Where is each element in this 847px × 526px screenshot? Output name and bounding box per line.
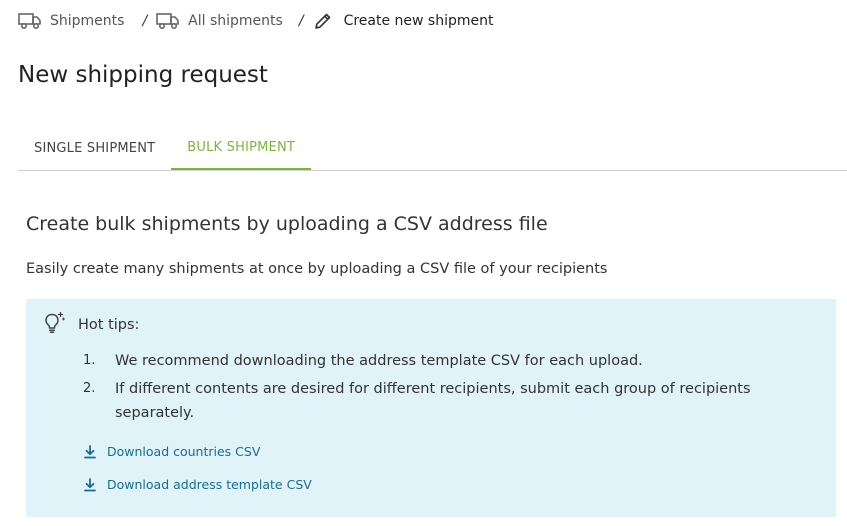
list-item-text: We recommend downloading the address tem… [115, 353, 643, 369]
breadcrumb: Shipments / All shipments / Create new s… [18, 10, 493, 32]
download-icon [83, 477, 97, 492]
hot-tips-panel: Hot tips: 1. We recommend downloading th… [26, 299, 836, 517]
lightbulb-icon [42, 311, 66, 339]
hot-tips-list: 1. We recommend downloading the address … [26, 349, 806, 429]
breadcrumb-create-new-shipment: Create new shipment [313, 11, 494, 31]
tab-bar: SINGLE SHIPMENT BULK SHIPMENT [18, 126, 847, 171]
pencil-icon [313, 11, 333, 31]
hot-tips-title: Hot tips: [78, 317, 140, 333]
list-item: 1. We recommend downloading the address … [26, 349, 806, 373]
download-address-template-csv-link[interactable]: Download address template CSV [83, 477, 312, 492]
list-item-number: 2. [83, 381, 96, 396]
section-heading: Create bulk shipments by uploading a CSV… [26, 213, 548, 235]
breadcrumb-separator: / [298, 13, 304, 29]
download-link-label: Download address template CSV [107, 477, 312, 492]
breadcrumb-separator: / [142, 13, 148, 29]
breadcrumb-shipments[interactable]: Shipments [18, 12, 124, 30]
truck-icon [18, 12, 42, 30]
breadcrumb-label: Create new shipment [343, 13, 494, 29]
breadcrumb-label: All shipments [188, 13, 283, 29]
tab-bulk-shipment[interactable]: BULK SHIPMENT [171, 126, 312, 170]
tab-single-shipment[interactable]: SINGLE SHIPMENT [18, 126, 171, 170]
page-title: New shipping request [18, 62, 268, 88]
truck-icon [156, 12, 180, 30]
download-countries-csv-link[interactable]: Download countries CSV [83, 444, 260, 459]
download-link-label: Download countries CSV [107, 444, 261, 459]
list-item-text: If different contents are desired for di… [115, 381, 751, 421]
hot-tips-header: Hot tips: [42, 311, 139, 339]
breadcrumb-all-shipments[interactable]: All shipments [156, 12, 283, 30]
download-icon [83, 444, 97, 459]
section-description: Easily create many shipments at once by … [26, 261, 608, 277]
list-item: 2. If different contents are desired for… [26, 377, 806, 425]
list-item-number: 1. [83, 353, 96, 368]
breadcrumb-label: Shipments [50, 13, 125, 29]
